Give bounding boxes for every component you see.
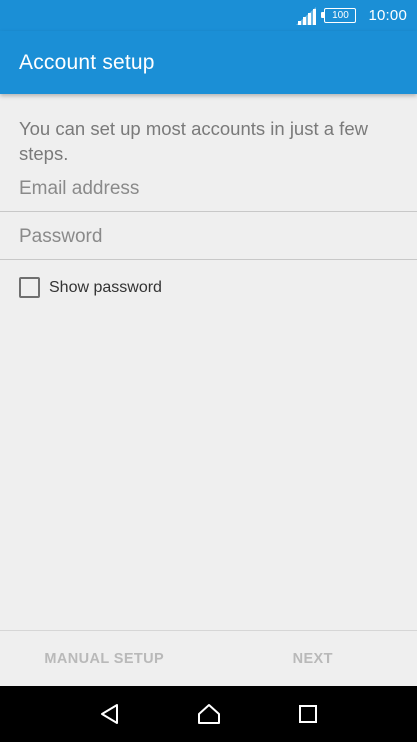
battery-icon: 100 [321, 8, 357, 23]
navigation-bar [0, 686, 417, 742]
email-field-container [0, 164, 417, 212]
password-field[interactable] [19, 222, 399, 252]
home-button[interactable] [189, 694, 229, 734]
recents-icon [298, 705, 317, 723]
manual-setup-button[interactable]: MANUAL SETUP [0, 631, 209, 686]
show-password-checkbox[interactable] [19, 277, 40, 298]
battery-level: 100 [332, 9, 349, 21]
page-title: Account setup [19, 50, 155, 74]
show-password-toggle[interactable]: Show password [19, 277, 162, 298]
action-bar: MANUAL SETUP NEXT [0, 630, 417, 686]
screen: 100 10:00 Account setup You can set up m… [0, 0, 417, 742]
back-icon [100, 704, 118, 724]
next-button[interactable]: NEXT [209, 631, 417, 686]
status-time: 10:00 [368, 7, 407, 24]
recents-button[interactable] [288, 694, 328, 734]
email-field[interactable] [19, 174, 399, 204]
intro-text: You can set up most accounts in just a f… [19, 118, 368, 164]
status-bar: 100 10:00 [0, 0, 417, 31]
back-button[interactable] [90, 694, 130, 734]
signal-icon [296, 6, 317, 25]
home-icon [197, 704, 220, 724]
password-field-container [0, 212, 417, 260]
show-password-label: Show password [49, 278, 162, 296]
app-bar: Account setup [0, 31, 417, 94]
